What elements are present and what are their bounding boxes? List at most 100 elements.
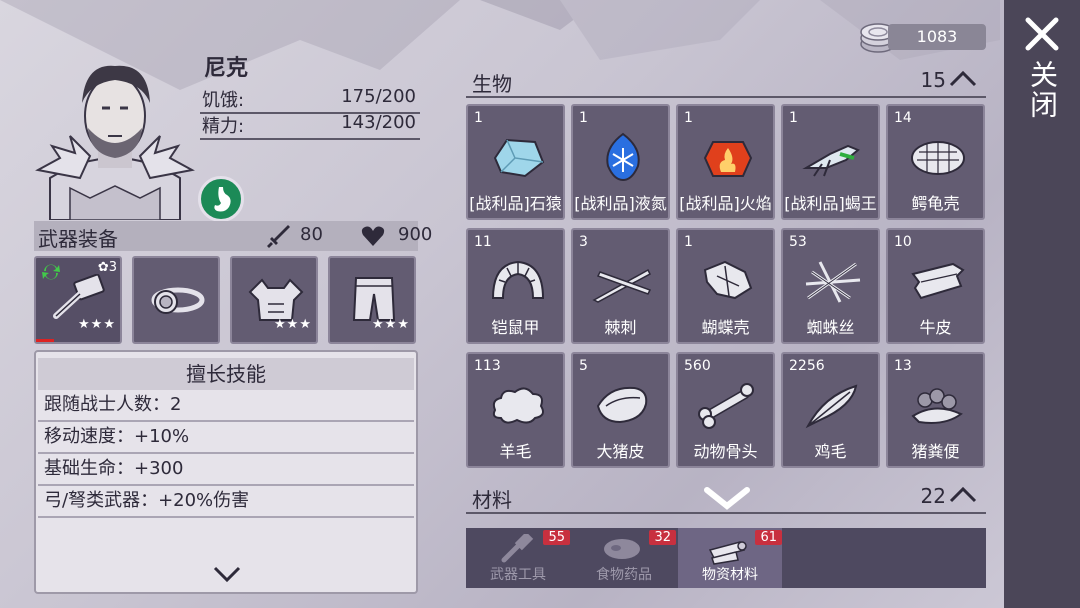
manure-icon	[911, 388, 963, 424]
count-badge: 55	[543, 530, 570, 545]
inventory-item[interactable]: 3 棘刺	[571, 228, 670, 344]
inventory-item[interactable]: 13 猪粪便	[886, 352, 985, 468]
skill-row: 弓/弩类武器：+20%伤害	[38, 486, 414, 518]
section-count: 22	[920, 484, 946, 508]
inventory-item[interactable]: 1 [战利品]蝎王	[781, 104, 880, 220]
star-rating: ★★★	[274, 317, 312, 332]
inventory-item[interactable]: 560 动物骨头	[676, 352, 775, 468]
inventory-item[interactable]: 113 羊毛	[466, 352, 565, 468]
wool-icon	[492, 387, 544, 424]
inventory-item[interactable]: 2256 鸡毛	[781, 352, 880, 468]
chevron-up-icon[interactable]	[948, 484, 978, 506]
scorpion-icon	[802, 144, 860, 177]
tools-icon	[501, 534, 534, 563]
item-count: 14	[894, 110, 912, 126]
item-name: [战利品]火焰	[679, 194, 772, 213]
inventory-item[interactable]: 53 蜘蛛丝	[781, 228, 880, 344]
snowflake-gem-icon	[606, 132, 640, 182]
item-count: 1	[684, 110, 693, 126]
tab-food-medicine[interactable]: 32 食物药品	[572, 528, 676, 588]
section-title: 生物	[472, 72, 512, 96]
skill-row: 基础生命：+300	[38, 454, 414, 486]
creatures-section-header[interactable]: 生物 15	[466, 66, 986, 98]
inventory-item[interactable]: 14 鳄龟壳	[886, 104, 985, 220]
inventory-item[interactable]: 1 蝴蝶壳	[676, 228, 775, 344]
item-name: 蝴蝶壳	[701, 318, 750, 337]
item-name: [战利品]蝎王	[784, 194, 877, 213]
fire-gem-icon	[703, 141, 753, 177]
inventory-item[interactable]: 1 [战利品]石猿	[466, 104, 565, 220]
logs-icon	[708, 541, 747, 565]
close-label[interactable]: 关闭	[1026, 60, 1062, 120]
section-count: 15	[920, 68, 946, 92]
item-count: 11	[474, 234, 492, 250]
pig-hide-icon	[596, 386, 648, 424]
headlamp-icon	[151, 287, 205, 314]
item-name: 鳄龟壳	[911, 194, 960, 213]
item-count: 560	[684, 358, 711, 374]
close-icon[interactable]	[1024, 16, 1060, 52]
item-name: 猪粪便	[911, 442, 960, 461]
spider-silk-icon	[805, 261, 861, 303]
item-name: 羊毛	[499, 442, 532, 461]
character-portrait	[35, 65, 195, 220]
hunger-label: 饥饿:	[202, 90, 245, 111]
inventory-item[interactable]: 11 铠鼠甲	[466, 228, 565, 344]
tab-weapon-tools[interactable]: 55 武器工具	[466, 528, 570, 588]
heart-icon	[361, 226, 385, 246]
inventory-item[interactable]: 10 牛皮	[886, 228, 985, 344]
skill-row: 移动速度：+10%	[38, 422, 414, 454]
skills-panel: 擅长技能 跟随战士人数：2 移动速度：+10% 基础生命：+300 弓/弩类武器…	[34, 350, 418, 594]
item-count: 53	[789, 234, 807, 250]
bone-icon	[698, 383, 754, 429]
inventory-item[interactable]: 1 [战利品]火焰	[676, 104, 775, 220]
attack-value: 80	[300, 224, 323, 245]
butterfly-shell-icon	[703, 260, 753, 300]
tab-supplies-materials[interactable]: 61 物资材料	[678, 528, 782, 588]
chevron-down-icon[interactable]	[212, 564, 242, 584]
health-value: 900	[398, 224, 433, 245]
energy-stat: 精力: 143/200	[200, 112, 420, 140]
materials-tabs: 55 武器工具 32 食物药品 61 物资材料	[466, 528, 986, 588]
meat-icon	[604, 539, 640, 559]
inventory-item[interactable]: 5 大猪皮	[571, 352, 670, 468]
energy-value: 143/200	[341, 112, 416, 133]
chevron-up-icon[interactable]	[948, 68, 978, 90]
item-name: 棘刺	[604, 318, 637, 337]
item-name: 牛皮	[919, 318, 952, 337]
item-count: 1	[474, 110, 483, 126]
equipment-slot-body[interactable]: ★★★	[230, 256, 318, 344]
hunger-stat: 饥饿: 175/200	[200, 86, 420, 114]
count-badge: 32	[649, 530, 676, 545]
equipment-slot-weapon[interactable]: ✿3 ★★★	[34, 256, 122, 344]
close-panel[interactable]: 关闭	[1004, 0, 1080, 608]
upgrade-level-badge: ✿3	[97, 260, 117, 275]
stomach-status-icon[interactable]	[198, 176, 244, 222]
item-name: [战利品]液氮	[574, 194, 667, 213]
star-rating: ★★★	[372, 317, 410, 332]
feather-icon	[805, 384, 858, 429]
equipment-title: 武器装备	[38, 227, 118, 251]
sword-icon	[267, 225, 290, 248]
star-rating: ★★★	[78, 317, 116, 332]
tab-label: 食物药品	[596, 567, 652, 583]
turtle-shell-icon	[911, 141, 965, 175]
item-name: 蜘蛛丝	[806, 318, 855, 337]
section-title: 材料	[472, 488, 512, 512]
inventory-item[interactable]: 1 [战利品]液氮	[571, 104, 670, 220]
item-count: 3	[579, 234, 588, 250]
collapse-chevron-icon[interactable]	[703, 486, 751, 512]
item-name: [战利品]石猿	[469, 194, 562, 213]
tab-label: 物资材料	[702, 567, 758, 583]
item-count: 1	[789, 110, 798, 126]
item-count: 1	[684, 234, 693, 250]
crystal-icon	[493, 138, 545, 178]
coin-counter: 1083	[858, 20, 988, 54]
equipment-slot-legs[interactable]: ★★★	[328, 256, 416, 344]
skill-row: 跟随战士人数：2	[38, 390, 414, 422]
equipment-slot-head[interactable]	[132, 256, 220, 344]
equipment-header: 武器装备 80 900	[34, 221, 432, 251]
item-name: 鸡毛	[814, 442, 847, 461]
durability-bar	[36, 339, 54, 342]
coin-amount: 1083	[888, 24, 986, 50]
